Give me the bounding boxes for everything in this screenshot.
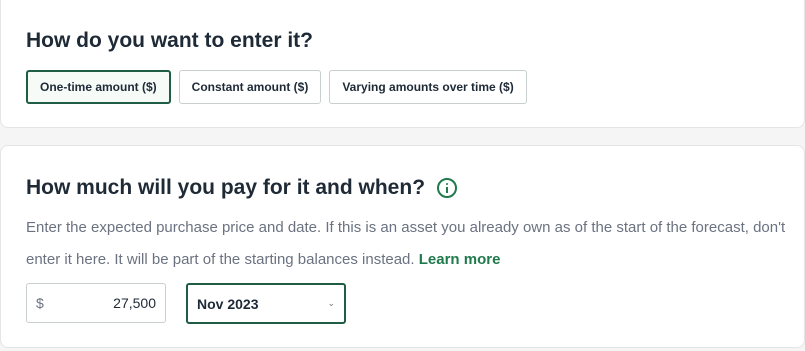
entry-method-options: One-time amount ($) Constant amount ($) … [26, 70, 527, 104]
learn-more-link[interactable]: Learn more [419, 251, 501, 268]
entry-method-card: How do you want to enter it? One-time am… [0, 0, 805, 128]
purchase-heading-row: How much will you pay for it and when? [26, 176, 458, 200]
one-time-amount-button[interactable]: One-time amount ($) [26, 70, 171, 104]
purchase-card: How much will you pay for it and when? E… [0, 145, 805, 348]
entry-method-heading: How do you want to enter it? [26, 29, 313, 52]
amount-value: 27,500 [113, 295, 156, 311]
purchase-description: Enter the expected purchase price and da… [26, 212, 786, 276]
constant-amount-button[interactable]: Constant amount ($) [178, 70, 322, 104]
varying-amounts-button[interactable]: Varying amounts over time ($) [329, 70, 527, 104]
purchase-amount-input[interactable]: $ 27,500 [26, 283, 166, 323]
currency-symbol: $ [36, 295, 44, 311]
chevron-down-icon: ⌄ [327, 298, 335, 308]
description-text: Enter the expected purchase price and da… [26, 219, 786, 268]
info-circle-icon[interactable] [437, 178, 458, 198]
purchase-date-select[interactable]: Nov 2023 ⌄ [186, 283, 346, 324]
purchase-heading: How much will you pay for it and when? [26, 176, 426, 199]
date-value: Nov 2023 [197, 295, 259, 312]
